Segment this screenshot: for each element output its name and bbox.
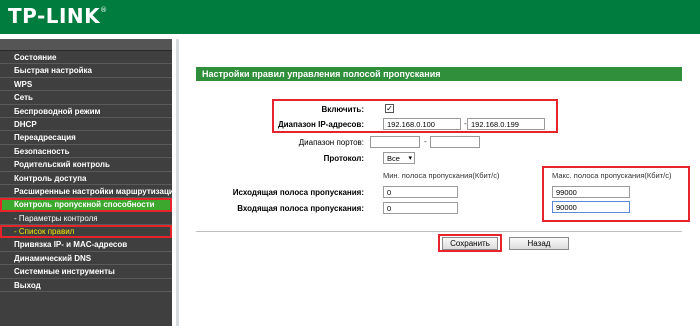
sidebar-item-status[interactable]: Состояние bbox=[0, 51, 172, 65]
sidebar-item-security[interactable]: Безопасность bbox=[0, 145, 172, 159]
sidebar-item-access-control[interactable]: Контроль доступа bbox=[0, 172, 172, 185]
sidebar-divider bbox=[176, 39, 179, 326]
page-title: Настройки правил управления полосой проп… bbox=[196, 67, 682, 81]
port-end-input[interactable] bbox=[430, 136, 480, 148]
main-content: Настройки правил управления полосой проп… bbox=[180, 39, 700, 326]
sidebar-item-ddns[interactable]: Динамический DNS bbox=[0, 252, 172, 266]
min-bandwidth-header: Мин. полоса пропускания(Кбит/с) bbox=[383, 171, 500, 180]
enable-checkbox[interactable]: ✓ bbox=[385, 104, 394, 113]
sidebar-item-wps[interactable]: WPS bbox=[0, 78, 172, 92]
egress-min-input[interactable]: 0 bbox=[383, 186, 458, 198]
protocol-select[interactable]: Все ▾ bbox=[383, 152, 415, 164]
ip-range-label: Диапазон IP-адресов: bbox=[277, 120, 364, 129]
sidebar-item-forwarding[interactable]: Переадресация bbox=[0, 131, 172, 145]
sidebar-item-parental-control[interactable]: Родительский контроль bbox=[0, 158, 172, 172]
sidebar-item-network[interactable]: Сеть bbox=[0, 91, 172, 105]
sidebar-item-rules-list[interactable]: - Список правил bbox=[0, 225, 172, 239]
sidebar-item-quick-setup[interactable]: Быстрая настройка bbox=[0, 64, 172, 78]
port-range-separator: - bbox=[424, 137, 427, 146]
protocol-label: Протокол: bbox=[323, 154, 364, 163]
sidebar-item-control-settings[interactable]: - Параметры контроля bbox=[0, 212, 172, 226]
egress-max-input[interactable]: 99000 bbox=[552, 186, 630, 198]
ingress-max-input[interactable]: 90000 bbox=[552, 201, 630, 213]
sidebar-item-dhcp[interactable]: DHCP bbox=[0, 118, 172, 132]
header-bar: TP-LINK® bbox=[0, 0, 700, 34]
back-button[interactable]: Назад bbox=[509, 237, 569, 250]
ingress-min-input[interactable]: 0 bbox=[383, 202, 458, 214]
port-start-input[interactable] bbox=[370, 136, 420, 148]
sidebar-item-advanced-routing[interactable]: Расширенные настройки маршрутизации bbox=[0, 185, 179, 199]
sidebar-item-ip-mac-binding[interactable]: Привязка IP- и MAC-адресов bbox=[0, 238, 172, 252]
form-divider bbox=[196, 231, 682, 232]
sidebar: Состояние Быстрая настройка WPS Сеть Бес… bbox=[0, 39, 179, 326]
sidebar-item-system-tools[interactable]: Системные инструменты bbox=[0, 265, 172, 279]
chevron-down-icon: ▾ bbox=[408, 155, 412, 162]
port-range-label: Диапазон портов: bbox=[298, 138, 364, 147]
sidebar-item-bandwidth-control[interactable]: Контроль пропускной способности bbox=[0, 198, 172, 212]
sidebar-item-logout[interactable]: Выход bbox=[0, 279, 172, 293]
ip-end-input[interactable]: 192.168.0.199 bbox=[467, 118, 545, 130]
save-button[interactable]: Сохранить bbox=[442, 237, 498, 250]
tp-link-logo: TP-LINK® bbox=[8, 4, 108, 28]
egress-label: Исходящая полоса пропускания: bbox=[232, 188, 364, 197]
max-bandwidth-header: Макс. полоса пропускания(Кбит/с) bbox=[552, 171, 672, 180]
ip-start-input[interactable]: 192.168.0.100 bbox=[383, 118, 461, 130]
enable-label: Включить: bbox=[321, 105, 364, 114]
ingress-label: Входящая полоса пропускания: bbox=[237, 204, 364, 213]
sidebar-top-strip bbox=[0, 39, 172, 51]
sidebar-item-wireless[interactable]: Беспроводной режим bbox=[0, 105, 172, 118]
